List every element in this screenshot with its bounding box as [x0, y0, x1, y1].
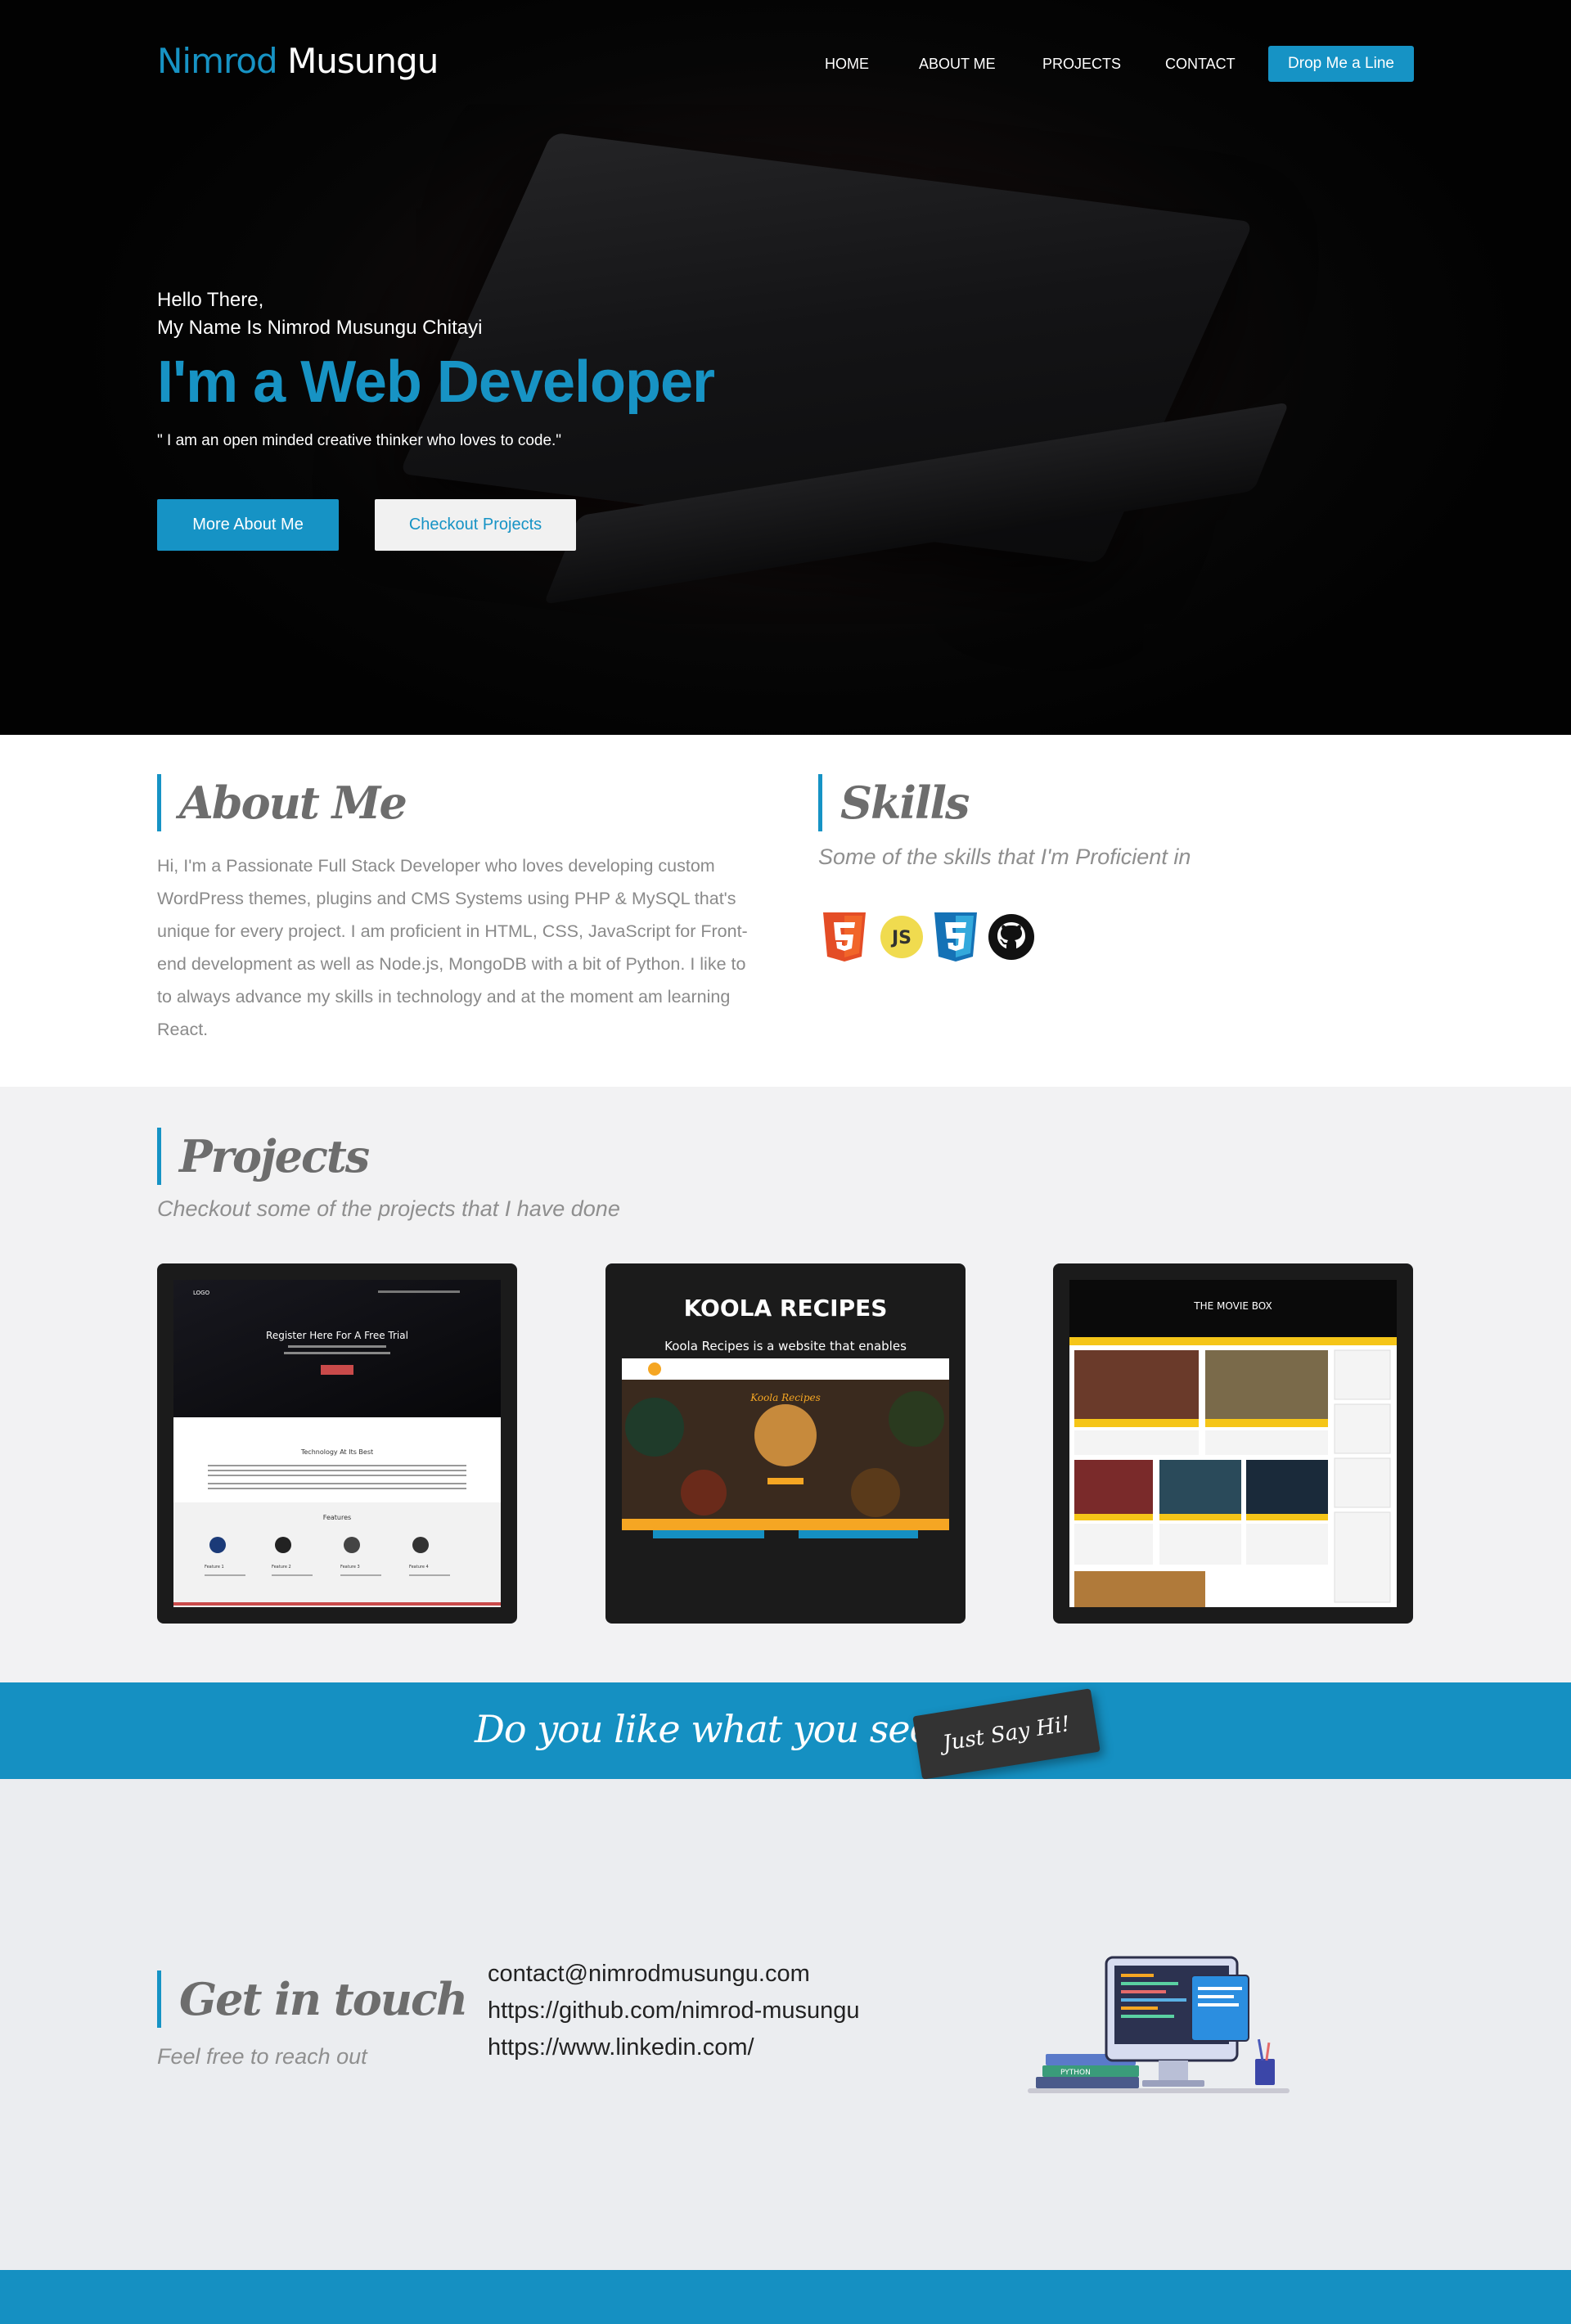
nav-home[interactable]: HOME [825, 56, 869, 73]
about-section: About Me Hi, I'm a Passionate Full Stack… [0, 735, 1571, 1087]
python-book-label: PYTHON [1060, 2069, 1091, 2077]
contact-subtitle: Feel free to reach out [157, 2044, 367, 2069]
project-1-section-title: Technology At Its Best [300, 1448, 373, 1456]
about-text: Hi, I'm a Passionate Full Stack Develope… [157, 856, 748, 1039]
nav-about[interactable]: ABOUT ME [919, 56, 996, 73]
project-3-title: THE MOVIE BOX [1193, 1300, 1272, 1312]
javascript-icon: JS [880, 916, 923, 958]
css3-icon [934, 912, 977, 962]
project-1-feature-2: Feature 2 [272, 1565, 291, 1570]
html5-icon [823, 912, 866, 962]
project-2-screenshot: KOOLA RECIPES Koola Recipes is a website… [622, 1295, 949, 1538]
project-1-feature-3: Feature 3 [340, 1565, 360, 1570]
project-card-1[interactable]: LOGO Register Here For A Free Trial Tech… [157, 1263, 517, 1624]
contact-github-link[interactable]: https://github.com/nimrod-musungu [488, 1997, 860, 2024]
hero-role: I'm a Web Developer [157, 349, 715, 415]
checkout-projects-button[interactable]: Checkout Projects [375, 499, 576, 551]
project-1-heading: Register Here For A Free Trial [266, 1330, 408, 1341]
skills-title: Skills [818, 774, 970, 831]
contact-section: Get in touch Feel free to reach out cont… [0, 1779, 1571, 2270]
project-2-subtitle: Koola Recipes is a website that enables [664, 1339, 907, 1353]
contact-email-link[interactable]: contact@nimrodmusungu.com [488, 1961, 810, 1988]
project-2-banner-text: Koola Recipes [749, 1392, 821, 1403]
js-icon-label: JS [890, 928, 912, 948]
developer-illustration: PYTHON [1028, 1956, 1290, 2093]
cta-banner: Do you like what you see? Just Say Hi! [0, 1682, 1571, 1780]
just-say-hi-button[interactable]: Just Say Hi! [912, 1688, 1101, 1780]
project-1-features-title: Features [323, 1514, 351, 1521]
project-1-logo: LOGO [193, 1290, 210, 1296]
hero-quote: " I am an open minded creative thinker w… [157, 432, 562, 449]
main-nav: HOME ABOUT ME PROJECTS CONTACT Drop Me a… [0, 46, 1571, 82]
hero-greeting: Hello There, My Name Is Nimrod Musungu C… [157, 286, 482, 342]
nav-projects[interactable]: PROJECTS [1042, 56, 1121, 73]
footer-bar [0, 2270, 1571, 2324]
projects-subtitle: Checkout some of the projects that I hav… [157, 1196, 620, 1221]
banner-text: Do you like what you see? [475, 1707, 951, 1751]
github-icon [988, 914, 1034, 960]
name-text: My Name Is Nimrod Musungu Chitayi [157, 317, 483, 339]
projects-section: Projects Checkout some of the projects t… [0, 1087, 1571, 1682]
project-1-screenshot: LOGO Register Here For A Free Trial Tech… [173, 1280, 501, 1607]
skills-subtitle: Some of the skills that I'm Proficient i… [818, 844, 1191, 869]
project-1-feature-1: Feature 1 [205, 1565, 224, 1570]
contact-title: Get in touch [157, 1970, 468, 2028]
nav-contact[interactable]: CONTACT [1165, 56, 1236, 73]
project-2-title: KOOLA RECIPES [684, 1295, 888, 1322]
project-1-feature-4: Feature 4 [409, 1565, 429, 1570]
greeting-text: Hello There, [157, 289, 264, 311]
project-3-screenshot: THE MOVIE BOX [1069, 1280, 1397, 1607]
drop-line-button[interactable]: Drop Me a Line [1268, 46, 1414, 82]
about-title: About Me [157, 774, 407, 831]
project-card-2[interactable]: KOOLA RECIPES Koola Recipes is a website… [605, 1263, 966, 1624]
hero-section: Nimrod Musungu HOME ABOUT ME PROJECTS CO… [0, 0, 1571, 735]
contact-linkedin-link[interactable]: https://www.linkedin.com/ [488, 2034, 754, 2061]
projects-title: Projects [157, 1128, 370, 1185]
more-about-button[interactable]: More About Me [157, 499, 339, 551]
project-card-3[interactable]: THE MOVIE BOX [1053, 1263, 1413, 1624]
